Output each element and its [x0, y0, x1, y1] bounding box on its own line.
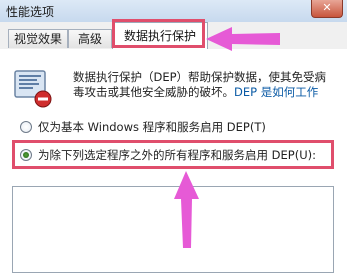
close-icon: ✕: [322, 1, 332, 14]
tab-advanced[interactable]: 高级: [68, 29, 112, 48]
dep-description: 数据执行保护（DEP）帮助保护数据，使其免受病 毒攻击或其他安全威胁的破坏。DE…: [73, 70, 341, 100]
window-title: 性能选项: [6, 5, 55, 19]
radio-basic-programs-label[interactable]: 仅为基本 Windows 程序和服务启用 DEP(T): [38, 119, 266, 135]
tab-visual-effects[interactable]: 视觉效果: [8, 29, 68, 48]
dep-shield-icon: [14, 70, 52, 108]
description-line-1: 数据执行保护（DEP）帮助保护数据，使其免受病: [73, 70, 327, 84]
program-exception-list[interactable]: [12, 186, 334, 273]
radio-basic-programs[interactable]: [20, 121, 32, 133]
tab-data-execution-prevention[interactable]: 数据执行保护: [112, 22, 208, 49]
radio-all-except-selected[interactable]: [20, 149, 32, 161]
close-button[interactable]: ✕: [311, 0, 343, 18]
title-bar: 性能选项 ✕: [0, 0, 347, 23]
description-line-2: 毒攻击或其他安全威胁的破坏。: [73, 85, 234, 99]
radio-all-except-selected-label[interactable]: 为除下列选定程序之外的所有程序和服务启用 DEP(U):: [38, 147, 316, 163]
dep-how-it-works-link[interactable]: DEP 是如何工作: [234, 85, 318, 99]
